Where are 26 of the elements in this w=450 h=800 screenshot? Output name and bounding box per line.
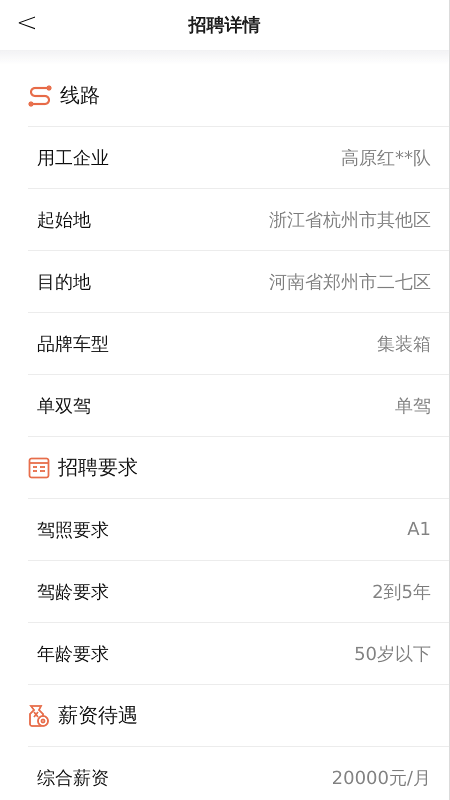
field-label: 驾照要求 bbox=[37, 518, 109, 542]
field-value: 2到5年 bbox=[372, 580, 431, 604]
field-label: 驾龄要求 bbox=[37, 580, 109, 604]
field-label: 单双驾 bbox=[37, 394, 91, 418]
section-title: 招聘要求 bbox=[58, 454, 138, 481]
field-label: 年龄要求 bbox=[37, 642, 109, 666]
section-title: 线路 bbox=[60, 82, 100, 109]
money-bag-icon bbox=[28, 704, 50, 728]
route-icon bbox=[28, 84, 52, 106]
field-label: 目的地 bbox=[37, 270, 91, 294]
field-value: 集装箱 bbox=[377, 332, 431, 356]
field-label: 用工企业 bbox=[37, 146, 109, 170]
field-value: 河南省郑州市二七区 bbox=[269, 270, 431, 294]
field-value: 浙江省杭州市其他区 bbox=[269, 208, 431, 232]
field-value: A1 bbox=[407, 519, 431, 540]
field-label: 起始地 bbox=[37, 208, 91, 232]
field-value: 50岁以下 bbox=[354, 642, 431, 666]
section-title: 薪资待遇 bbox=[58, 702, 138, 729]
field-label: 品牌车型 bbox=[37, 332, 109, 356]
list-icon bbox=[28, 456, 50, 478]
field-value: 高原红**队 bbox=[341, 146, 431, 170]
back-button[interactable]: < bbox=[8, 8, 46, 38]
field-value: 单驾 bbox=[395, 394, 431, 418]
field-label: 综合薪资 bbox=[37, 766, 109, 790]
page-title: 招聘详情 bbox=[188, 14, 260, 37]
field-value: 20000元/月 bbox=[332, 766, 431, 790]
